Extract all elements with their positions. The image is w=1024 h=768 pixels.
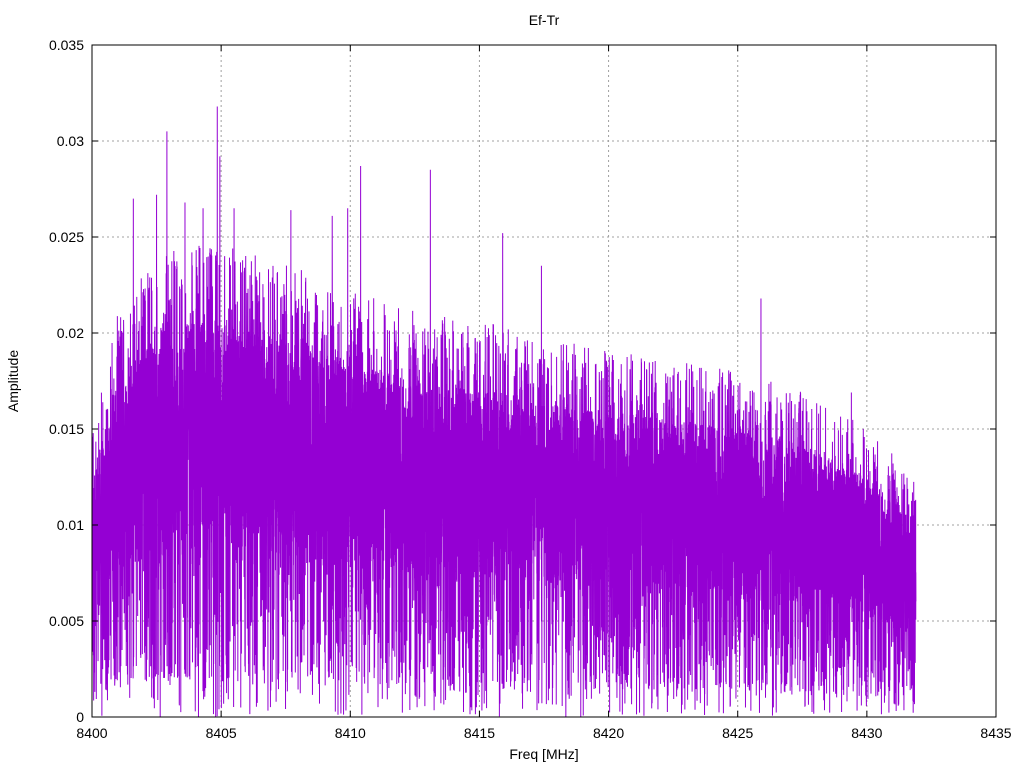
- x-tick-label: 8410: [335, 725, 366, 741]
- y-tick-label: 0.03: [57, 133, 84, 149]
- y-tick-label: 0: [76, 709, 84, 725]
- series-trace: [91, 106, 917, 717]
- y-tick-label: 0.025: [49, 229, 84, 245]
- x-tick-label: 8400: [76, 725, 107, 741]
- spectrum-chart: 8400 8405 8410 8415 8420 8425 8430 8435 0 0.005 0.…: [5, 12, 1012, 762]
- y-tick-label: 0.035: [49, 37, 84, 53]
- y-tick-label: 0.01: [57, 517, 84, 533]
- x-tick-label: 8405: [206, 725, 237, 741]
- x-tick-label: 8415: [464, 725, 495, 741]
- y-tick-label: 0.015: [49, 421, 84, 437]
- series-line: [91, 106, 917, 717]
- x-tick-label: 8425: [722, 725, 753, 741]
- x-axis-label: Freq [MHz]: [509, 746, 578, 762]
- x-tick-label: 8435: [980, 725, 1011, 741]
- x-tick-label: 8430: [851, 725, 882, 741]
- y-axis-label: Amplitude: [5, 350, 21, 412]
- x-tick-label: 8420: [593, 725, 624, 741]
- chart-title: Ef-Tr: [529, 12, 560, 28]
- y-tick-label: 0.02: [57, 325, 84, 341]
- y-tick-label: 0.005: [49, 613, 84, 629]
